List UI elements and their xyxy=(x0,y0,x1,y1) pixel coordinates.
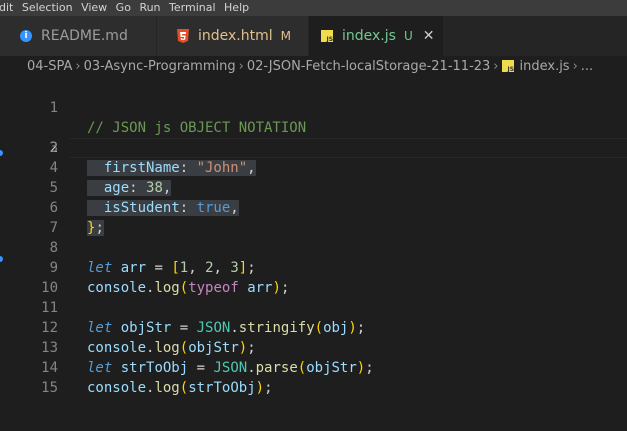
svg-text:JS: JS xyxy=(326,36,334,42)
code-line: 4 age: 38, xyxy=(0,138,627,196)
tab-index-js[interactable]: JS index.js U ✕ xyxy=(309,16,443,56)
menu-view[interactable]: View xyxy=(78,0,112,16)
paren: ) xyxy=(255,380,265,396)
identifier: console xyxy=(87,380,147,396)
info-icon: i xyxy=(20,30,32,42)
tab-label: index.js xyxy=(342,28,396,44)
menu-run[interactable]: Run xyxy=(136,0,165,16)
code-line: 13 let strToObj = JSON.parse(objStr); xyxy=(0,318,627,376)
function-name: log xyxy=(154,380,180,396)
code-line: 9 console.log(typeof arr); xyxy=(0,238,627,296)
chevron-right-icon: › xyxy=(493,59,499,74)
menu-edit[interactable]: dit xyxy=(0,0,18,16)
javascript-icon: JS xyxy=(321,30,333,42)
breadcrumb-item[interactable]: 03-Async-Programming xyxy=(84,59,236,74)
menu-bar: dit Selection View Go Run Terminal Help xyxy=(0,0,627,16)
breadcrumb-item[interactable]: 02-JSON-Fetch-localStorage-21-11-23 xyxy=(247,59,490,74)
code-line: 2 let obj = { xyxy=(0,98,627,176)
breadcrumb-item[interactable]: index.js xyxy=(520,59,570,74)
breadcrumb-item[interactable]: 04-SPA xyxy=(27,59,72,74)
tab-label: index.html xyxy=(198,28,273,44)
punctuation: ; xyxy=(264,380,273,396)
code-line: 3 firstName: "John", xyxy=(0,118,627,176)
menu-go[interactable]: Go xyxy=(113,0,136,16)
code-line: 12 console.log(objStr); xyxy=(0,298,627,356)
menu-help[interactable]: Help xyxy=(221,0,254,16)
chevron-right-icon: › xyxy=(238,59,244,74)
tab-index-html[interactable]: index.html M xyxy=(157,16,309,56)
html5-icon xyxy=(177,29,189,43)
code-line: 6 }; xyxy=(0,178,627,236)
code-line: 11 let objStr = JSON.stringify(obj); xyxy=(0,278,627,336)
close-icon[interactable]: ✕ xyxy=(423,28,435,44)
code-line: 14 console.log(strToObj); xyxy=(0,338,627,396)
breadcrumb-more[interactable]: ... xyxy=(581,59,593,74)
paren: ( xyxy=(179,380,189,396)
editor-tab-bar: i README.md index.html M JS index.js U ✕ xyxy=(0,16,627,56)
menu-terminal[interactable]: Terminal xyxy=(166,0,221,16)
svg-text:JS: JS xyxy=(506,66,514,72)
chevron-right-icon: › xyxy=(572,59,578,74)
code-line: 1 // JSON js OBJECT NOTATION xyxy=(0,78,627,136)
breadcrumb: 04-SPA › 03-Async-Programming › 02-JSON-Fetc… xyxy=(0,56,627,78)
modified-badge: M xyxy=(280,29,292,43)
tab-label: README.md xyxy=(41,28,128,44)
tab-readme[interactable]: i README.md xyxy=(0,16,157,56)
variable: strToObj xyxy=(188,380,256,396)
untracked-badge: U xyxy=(403,29,413,43)
code-line: 15 xyxy=(0,358,627,396)
javascript-icon: JS xyxy=(501,58,514,78)
code-line: 8 let arr = [1, 2, 3]; xyxy=(0,218,627,276)
menu-selection[interactable]: Selection xyxy=(19,0,78,16)
code-line: 5 isStudent: true, xyxy=(0,158,627,216)
chevron-right-icon: › xyxy=(75,59,81,74)
code-line: 7 xyxy=(0,198,627,236)
code-line: 10 xyxy=(0,258,627,296)
code-editor[interactable]: 1 // JSON js OBJECT NOTATION 2 let obj =… xyxy=(0,78,627,431)
line-number: 15 xyxy=(41,380,58,396)
